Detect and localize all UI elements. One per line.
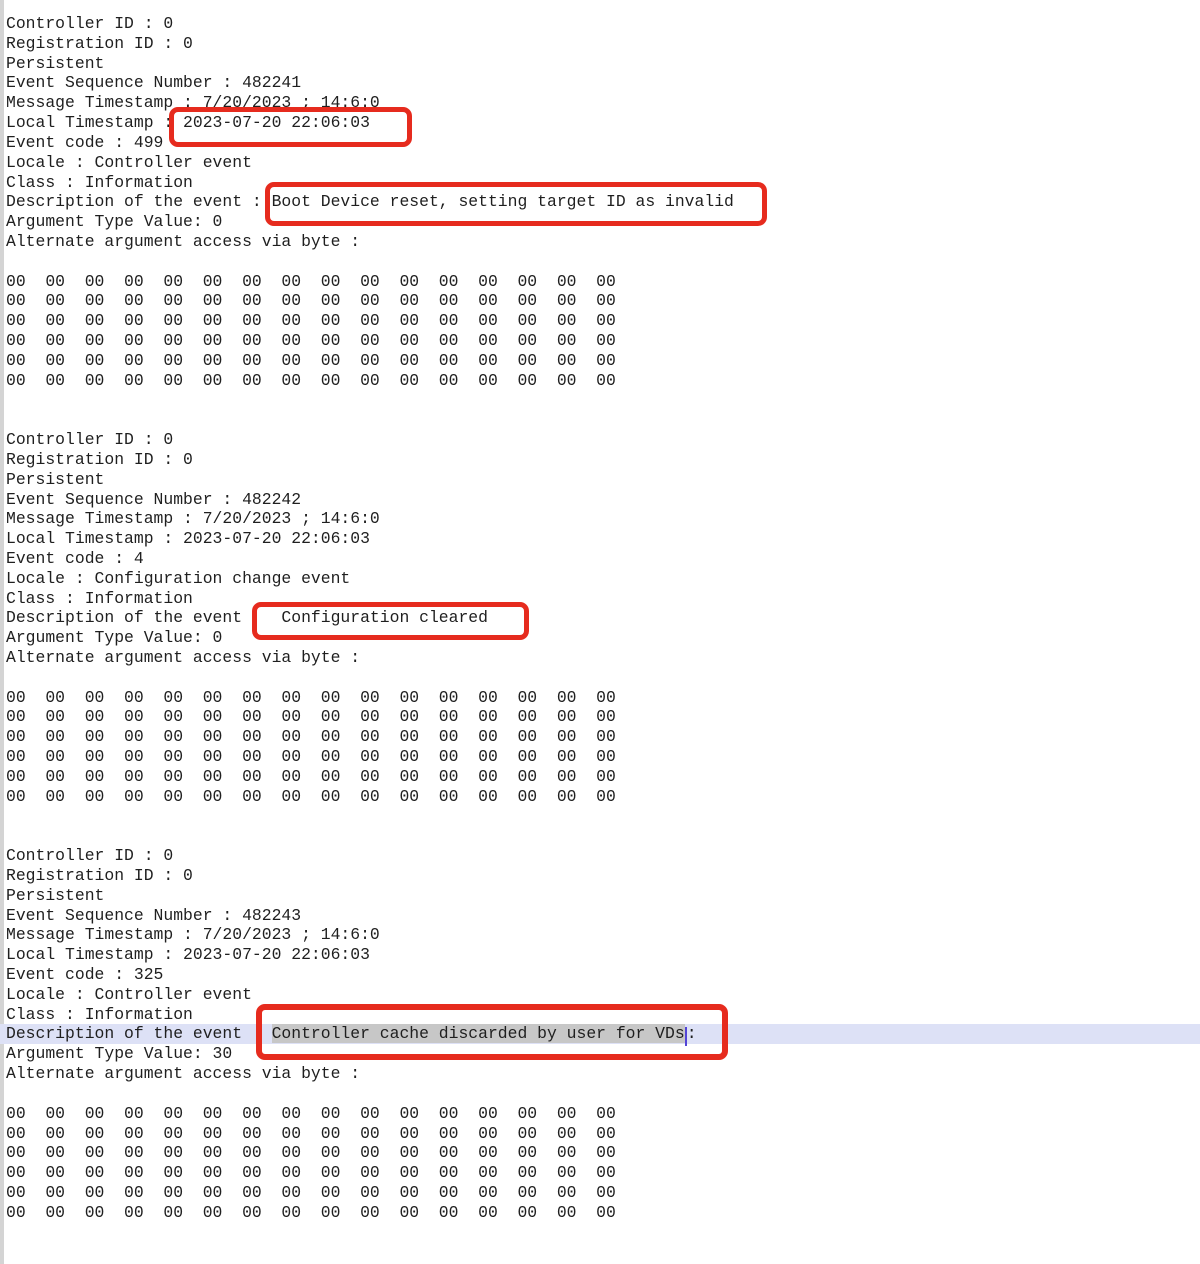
log-viewer[interactable]: Controller ID : 0Registration ID : 0Pers… [0,14,1200,1223]
log-line: Locale : Controller event [0,153,1200,173]
log-line: 00 00 00 00 00 00 00 00 00 00 00 00 00 0… [0,351,1200,371]
log-line-current: Description of the event Controller cach… [0,1024,1200,1044]
log-line [0,252,1200,272]
log-line: Persistent [0,886,1200,906]
log-line: Message Timestamp : 7/20/2023 ; 14:6:0 [0,509,1200,529]
log-line: 00 00 00 00 00 00 00 00 00 00 00 00 00 0… [0,272,1200,292]
log-line [0,826,1200,846]
log-line: Event Sequence Number : 482241 [0,73,1200,93]
log-line: Controller ID : 0 [0,14,1200,34]
log-line: 00 00 00 00 00 00 00 00 00 00 00 00 00 0… [0,727,1200,747]
log-line: Alternate argument access via byte : [0,1064,1200,1084]
log-line-text: Description of the event [6,1024,272,1043]
log-line: Controller ID : 0 [0,430,1200,450]
log-line: Class : Information [0,1005,1200,1025]
log-line: Argument Type Value: 30 [0,1044,1200,1064]
log-line: Argument Type Value: 0 [0,212,1200,232]
log-line [0,410,1200,430]
log-line: Registration ID : 0 [0,866,1200,886]
log-line: 00 00 00 00 00 00 00 00 00 00 00 00 00 0… [0,1203,1200,1223]
log-line [0,807,1200,827]
log-line: Local Timestamp : 2023-07-20 22:06:03 [0,113,1200,133]
log-line: Event code : 325 [0,965,1200,985]
log-line: Local Timestamp : 2023-07-20 22:06:03 [0,945,1200,965]
log-line: Alternate argument access via byte : [0,648,1200,668]
log-line: 00 00 00 00 00 00 00 00 00 00 00 00 00 0… [0,747,1200,767]
log-line: Alternate argument access via byte : [0,232,1200,252]
log-line: Description of the event Configuration c… [0,608,1200,628]
log-line: Locale : Configuration change event [0,569,1200,589]
log-line: 00 00 00 00 00 00 00 00 00 00 00 00 00 0… [0,1143,1200,1163]
log-line: Argument Type Value: 0 [0,628,1200,648]
log-line: Event Sequence Number : 482242 [0,490,1200,510]
log-line: Class : Information [0,173,1200,193]
log-line: Message Timestamp : 7/20/2023 ; 14:6:0 [0,93,1200,113]
log-line: Locale : Controller event [0,985,1200,1005]
log-line: Local Timestamp : 2023-07-20 22:06:03 [0,529,1200,549]
log-line-text: : [687,1024,697,1043]
log-line: Persistent [0,54,1200,74]
log-line: 00 00 00 00 00 00 00 00 00 00 00 00 00 0… [0,1183,1200,1203]
log-line: Event Sequence Number : 482243 [0,906,1200,926]
log-line: 00 00 00 00 00 00 00 00 00 00 00 00 00 0… [0,331,1200,351]
selected-text: Controller cache discarded by user for V… [272,1024,685,1043]
log-line: 00 00 00 00 00 00 00 00 00 00 00 00 00 0… [0,1163,1200,1183]
log-line: Event code : 499 [0,133,1200,153]
log-line: Description of the event : Boot Device r… [0,192,1200,212]
log-line: 00 00 00 00 00 00 00 00 00 00 00 00 00 0… [0,787,1200,807]
log-line: 00 00 00 00 00 00 00 00 00 00 00 00 00 0… [0,1104,1200,1124]
log-line [0,1084,1200,1104]
log-line: 00 00 00 00 00 00 00 00 00 00 00 00 00 0… [0,291,1200,311]
log-line: 00 00 00 00 00 00 00 00 00 00 00 00 00 0… [0,311,1200,331]
log-line: 00 00 00 00 00 00 00 00 00 00 00 00 00 0… [0,688,1200,708]
log-line: Persistent [0,470,1200,490]
log-line: 00 00 00 00 00 00 00 00 00 00 00 00 00 0… [0,767,1200,787]
log-line: Registration ID : 0 [0,450,1200,470]
log-line: 00 00 00 00 00 00 00 00 00 00 00 00 00 0… [0,1124,1200,1144]
log-line: Registration ID : 0 [0,34,1200,54]
log-line: Class : Information [0,589,1200,609]
log-line [0,668,1200,688]
log-line: Message Timestamp : 7/20/2023 ; 14:6:0 [0,925,1200,945]
log-line: Controller ID : 0 [0,846,1200,866]
log-line: 00 00 00 00 00 00 00 00 00 00 00 00 00 0… [0,371,1200,391]
log-line [0,390,1200,410]
log-line: 00 00 00 00 00 00 00 00 00 00 00 00 00 0… [0,707,1200,727]
log-line: Event code : 4 [0,549,1200,569]
